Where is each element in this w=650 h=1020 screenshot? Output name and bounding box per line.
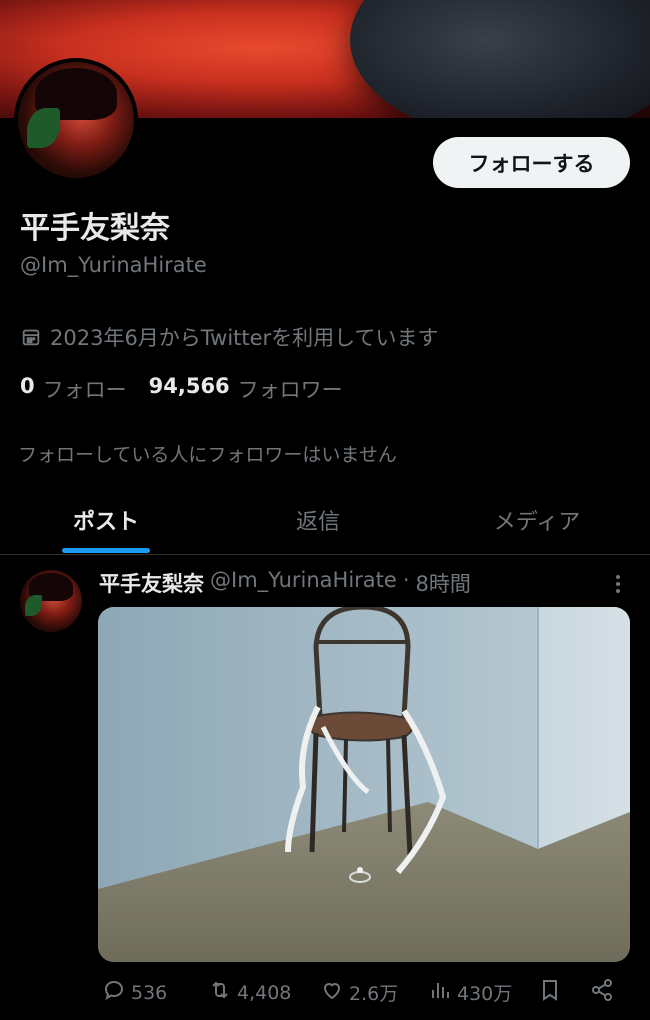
joined-text: 2023年6月からTwitterを利用しています xyxy=(50,326,439,350)
chair-photo xyxy=(98,607,630,962)
post-time[interactable]: 8時間 xyxy=(416,568,471,598)
views-button[interactable]: 430万 xyxy=(428,978,512,1007)
following-label: フォロー xyxy=(42,378,127,402)
follow-stats: 0 フォロー 94,566 フォロワー xyxy=(20,374,343,404)
following-count: 0 xyxy=(20,374,35,398)
reply-count: 536 xyxy=(131,981,168,1004)
tab-media[interactable]: メディア xyxy=(424,486,650,554)
post-header: 平手友梨奈 @Im_YurinaHirate · 8時間 xyxy=(99,568,471,598)
followers-link[interactable]: 94,566 フォロワー xyxy=(149,374,343,404)
profile-display-name: 平手友梨奈 xyxy=(20,211,170,246)
bookmark-button[interactable] xyxy=(538,978,562,1007)
calendar-icon xyxy=(20,326,42,348)
profile-avatar-image xyxy=(18,62,134,178)
followers-count: 94,566 xyxy=(148,374,230,398)
post-author-avatar[interactable] xyxy=(20,570,82,632)
reply-icon xyxy=(102,978,126,1007)
profile-avatar[interactable] xyxy=(14,58,138,182)
post-action-bar: 536 4,408 2.6万 430万 xyxy=(0,978,650,1012)
profile-tabs: ポスト 返信 メディア xyxy=(0,486,650,555)
like-count: 2.6万 xyxy=(349,983,399,1005)
reply-button[interactable]: 536 xyxy=(102,978,167,1007)
tab-posts[interactable]: ポスト xyxy=(0,486,212,554)
post-separator: · xyxy=(402,568,410,592)
share-button[interactable] xyxy=(590,978,614,1007)
followers-label: フォロワー xyxy=(237,378,343,402)
profile-handle: @Im_YurinaHirate xyxy=(20,253,207,277)
like-button[interactable]: 2.6万 xyxy=(320,978,398,1007)
tab-replies[interactable]: 返信 xyxy=(212,486,424,554)
post-author-avatar-image xyxy=(20,570,82,632)
following-link[interactable]: 0 フォロー xyxy=(20,374,127,404)
bookmark-icon xyxy=(538,978,562,1007)
repost-count: 4,408 xyxy=(237,981,292,1004)
banner-hat-shape xyxy=(350,0,650,118)
views-icon xyxy=(428,978,452,1007)
follow-button[interactable]: フォローする xyxy=(433,137,630,188)
more-icon[interactable] xyxy=(612,572,624,596)
post-media-image[interactable] xyxy=(98,607,630,962)
repost-icon xyxy=(208,978,232,1007)
views-count: 430万 xyxy=(457,983,513,1005)
like-icon xyxy=(320,978,344,1007)
active-tab-indicator xyxy=(62,548,150,553)
repost-button[interactable]: 4,408 xyxy=(208,978,291,1007)
share-icon xyxy=(590,978,614,1007)
joined-date: 2023年6月からTwitterを利用しています xyxy=(20,322,439,352)
mutual-followers-note: フォローしている人にフォロワーはいません xyxy=(18,444,397,466)
post-author-handle[interactable]: @Im_YurinaHirate xyxy=(210,568,397,598)
post-author-name[interactable]: 平手友梨奈 xyxy=(99,568,204,598)
